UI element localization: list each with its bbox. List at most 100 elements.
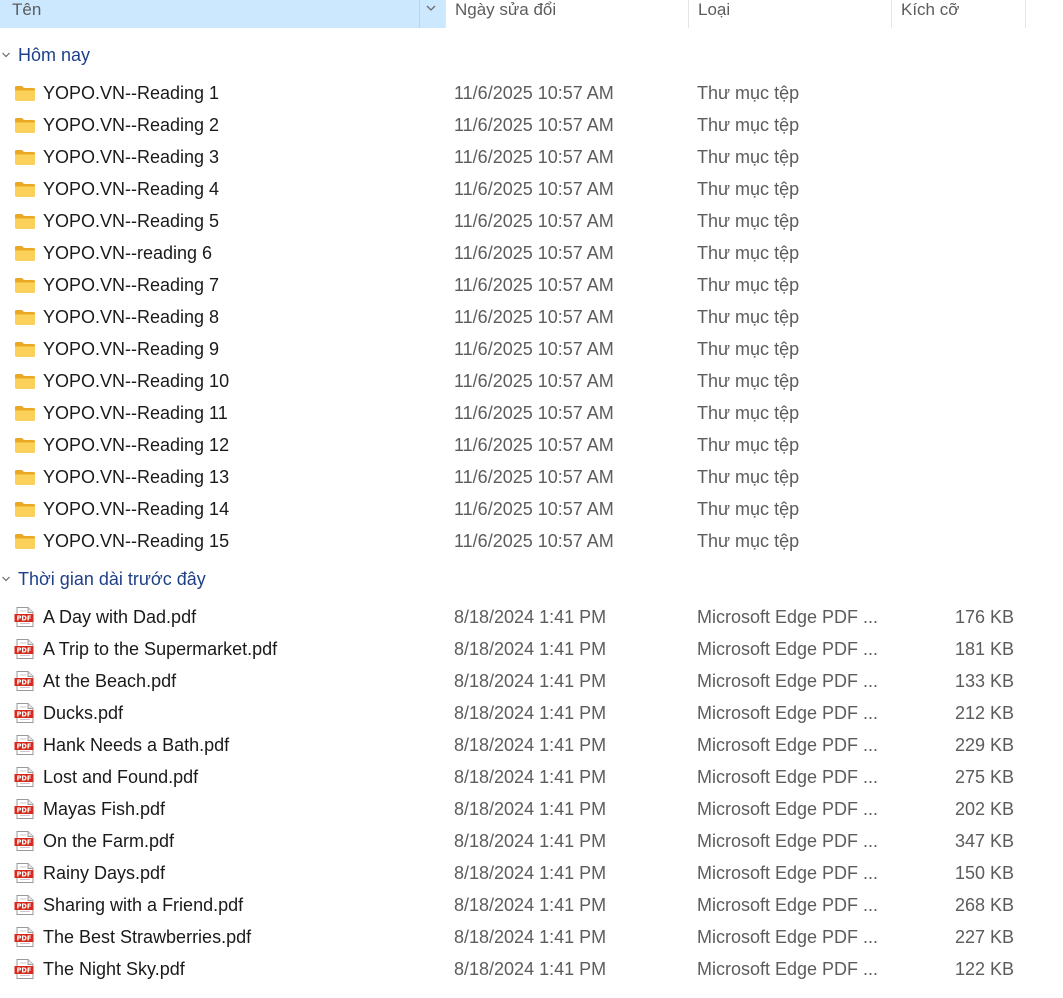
item-type: Microsoft Edge PDF ... bbox=[697, 863, 879, 883]
item-date-modified: 11/6/2025 10:57 AM bbox=[454, 435, 614, 455]
item-date-modified: 11/6/2025 10:57 AM bbox=[454, 147, 614, 167]
column-header-name-label: Tên bbox=[12, 0, 42, 19]
item-date-modified: 8/18/2024 1:41 PM bbox=[454, 607, 607, 627]
item-type: Thư mục tệp bbox=[697, 339, 800, 359]
item-type: Thư mục tệp bbox=[697, 179, 800, 199]
item-date-modified: 11/6/2025 10:57 AM bbox=[454, 531, 614, 551]
file-row[interactable]: PDF A Day with Dad.pdf 8/18/2024 1:41 PM M… bbox=[0, 601, 1040, 633]
item-date-modified: 11/6/2025 10:57 AM bbox=[454, 115, 614, 135]
column-header-size[interactable]: Kích cỡ bbox=[891, 0, 1026, 28]
column-header-name[interactable]: Tên bbox=[0, 0, 445, 28]
item-name: YOPO.VN--Reading 15 bbox=[43, 531, 230, 551]
item-name: YOPO.VN--Reading 4 bbox=[43, 179, 220, 199]
item-type: Microsoft Edge PDF ... bbox=[697, 607, 879, 627]
file-row[interactable]: PDF Hank Needs a Bath.pdf 8/18/2024 1:41 … bbox=[0, 729, 1040, 761]
column-header-date-label: Ngày sửa đổi bbox=[455, 0, 557, 19]
item-name: Mayas Fish.pdf bbox=[43, 799, 166, 819]
folder-row[interactable]: YOPO.VN--Reading 13 11/6/2025 10:57 AM Thư… bbox=[0, 461, 1040, 493]
file-row[interactable]: PDF Lost and Found.pdf 8/18/2024 1:41 PM M… bbox=[0, 761, 1040, 793]
item-name: YOPO.VN--Reading 5 bbox=[43, 211, 220, 231]
item-name: YOPO.VN--Reading 10 bbox=[43, 371, 230, 391]
folder-row[interactable]: YOPO.VN--Reading 8 11/6/2025 10:57 AM Thư … bbox=[0, 301, 1040, 333]
item-name: At the Beach.pdf bbox=[43, 671, 177, 691]
pdf-icon: PDF bbox=[14, 895, 34, 915]
column-header-date[interactable]: Ngày sửa đổi bbox=[445, 0, 688, 28]
folder-row[interactable]: YOPO.VN--Reading 9 11/6/2025 10:57 AM Thư … bbox=[0, 333, 1040, 365]
item-type: Microsoft Edge PDF ... bbox=[697, 831, 879, 851]
folder-row[interactable]: YOPO.VN--Reading 5 11/6/2025 10:57 AM Thư … bbox=[0, 205, 1040, 237]
file-row[interactable]: PDF A Trip to the Supermarket.pdf 8/18/20… bbox=[0, 633, 1040, 665]
file-row[interactable]: PDF Ducks.pdf 8/18/2024 1:41 PM Microsoft … bbox=[0, 697, 1040, 729]
file-row[interactable]: PDF The Best Strawberries.pdf 8/18/2024 1… bbox=[0, 921, 1040, 953]
file-row[interactable]: PDF Rainy Days.pdf 8/18/2024 1:41 PM Micro… bbox=[0, 857, 1040, 889]
pdf-icon: PDF bbox=[14, 735, 34, 755]
item-size: 347 KB bbox=[954, 831, 1014, 851]
pdf-icon: PDF bbox=[14, 799, 34, 819]
column-divider[interactable] bbox=[419, 0, 420, 28]
folder-icon bbox=[15, 534, 35, 549]
item-type: Microsoft Edge PDF ... bbox=[697, 735, 879, 755]
item-name: YOPO.VN--Reading 8 bbox=[43, 307, 220, 327]
svg-text:PDF: PDF bbox=[17, 839, 32, 847]
column-header-type[interactable]: Loại bbox=[688, 0, 891, 28]
item-name: YOPO.VN--Reading 2 bbox=[43, 115, 220, 135]
file-row[interactable]: PDF On the Farm.pdf 8/18/2024 1:41 PM Micr… bbox=[0, 825, 1040, 857]
item-date-modified: 11/6/2025 10:57 AM bbox=[454, 243, 614, 263]
item-date-modified: 8/18/2024 1:41 PM bbox=[454, 735, 607, 755]
item-name: Ducks.pdf bbox=[43, 703, 124, 723]
item-name: YOPO.VN--Reading 12 bbox=[43, 435, 230, 455]
folder-row[interactable]: YOPO.VN--Reading 12 11/6/2025 10:57 AM Thư… bbox=[0, 429, 1040, 461]
svg-text:PDF: PDF bbox=[17, 679, 32, 687]
item-type: Microsoft Edge PDF ... bbox=[697, 927, 879, 947]
folder-icon bbox=[15, 470, 35, 485]
item-size: 229 KB bbox=[954, 735, 1014, 755]
file-row[interactable]: PDF Mayas Fish.pdf 8/18/2024 1:41 PM Micro… bbox=[0, 793, 1040, 825]
folder-row[interactable]: YOPO.VN--Reading 10 11/6/2025 10:57 AM Thư… bbox=[0, 365, 1040, 397]
item-date-modified: 11/6/2025 10:57 AM bbox=[454, 371, 614, 391]
file-row[interactable]: PDF At the Beach.pdf 8/18/2024 1:41 PM Mic… bbox=[0, 665, 1040, 697]
pdf-icon: PDF bbox=[14, 831, 34, 851]
item-type: Microsoft Edge PDF ... bbox=[697, 895, 879, 915]
folder-row[interactable]: YOPO.VN--Reading 1 11/6/2025 10:57 AM Thư … bbox=[0, 77, 1040, 109]
folder-icon bbox=[15, 502, 35, 517]
svg-text:PDF: PDF bbox=[17, 935, 32, 943]
folder-row[interactable]: YOPO.VN--Reading 4 11/6/2025 10:57 AM Thư … bbox=[0, 173, 1040, 205]
item-type: Thư mục tệp bbox=[697, 403, 800, 423]
item-name: YOPO.VN--Reading 7 bbox=[43, 275, 220, 295]
item-date-modified: 8/18/2024 1:41 PM bbox=[454, 671, 607, 691]
item-size: 275 KB bbox=[954, 767, 1014, 787]
folder-row[interactable]: YOPO.VN--Reading 2 11/6/2025 10:57 AM Thư … bbox=[0, 109, 1040, 141]
item-type: Thư mục tệp bbox=[697, 371, 800, 391]
file-row[interactable]: PDF The Night Sky.pdf 8/18/2024 1:41 PM Mi… bbox=[0, 953, 1040, 985]
folder-row[interactable]: YOPO.VN--Reading 14 11/6/2025 10:57 AM Thư… bbox=[0, 493, 1040, 525]
item-type: Thư mục tệp bbox=[697, 467, 800, 487]
folder-row[interactable]: YOPO.VN--Reading 11 11/6/2025 10:57 AM Thư… bbox=[0, 397, 1040, 429]
item-type: Microsoft Edge PDF ... bbox=[697, 959, 879, 979]
item-date-modified: 11/6/2025 10:57 AM bbox=[454, 275, 614, 295]
chevron-down-icon[interactable] bbox=[1, 575, 11, 583]
item-date-modified: 11/6/2025 10:57 AM bbox=[454, 339, 614, 359]
item-size: 181 KB bbox=[954, 639, 1014, 659]
folder-row[interactable]: YOPO.VN--reading 6 11/6/2025 10:57 AM Thư … bbox=[0, 237, 1040, 269]
item-type: Microsoft Edge PDF ... bbox=[697, 671, 879, 691]
svg-text:PDF: PDF bbox=[17, 967, 32, 975]
group-header-1[interactable]: Thời gian dài trước đây bbox=[0, 567, 1040, 591]
folder-icon bbox=[15, 182, 35, 197]
folder-row[interactable]: YOPO.VN--Reading 15 11/6/2025 10:57 AM Thư… bbox=[0, 525, 1040, 557]
item-name: YOPO.VN--Reading 14 bbox=[43, 499, 230, 519]
group-header-0[interactable]: Hôm nay bbox=[0, 43, 1040, 67]
item-date-modified: 11/6/2025 10:57 AM bbox=[454, 403, 614, 423]
chevron-down-icon[interactable] bbox=[1, 51, 11, 59]
sort-chevron-down-icon[interactable] bbox=[425, 2, 437, 14]
svg-text:PDF: PDF bbox=[17, 647, 32, 655]
folder-row[interactable]: YOPO.VN--Reading 3 11/6/2025 10:57 AM Thư … bbox=[0, 141, 1040, 173]
folder-row[interactable]: YOPO.VN--Reading 7 11/6/2025 10:57 AM Thư … bbox=[0, 269, 1040, 301]
column-header-type-label: Loại bbox=[698, 0, 731, 19]
item-type: Thư mục tệp bbox=[697, 83, 800, 103]
folder-icon bbox=[15, 374, 35, 389]
item-type: Microsoft Edge PDF ... bbox=[697, 639, 879, 659]
pdf-icon: PDF bbox=[14, 703, 34, 723]
file-row[interactable]: PDF Sharing with a Friend.pdf 8/18/2024 1… bbox=[0, 889, 1040, 921]
item-name: YOPO.VN--Reading 1 bbox=[43, 83, 220, 103]
pdf-icon: PDF bbox=[14, 639, 34, 659]
